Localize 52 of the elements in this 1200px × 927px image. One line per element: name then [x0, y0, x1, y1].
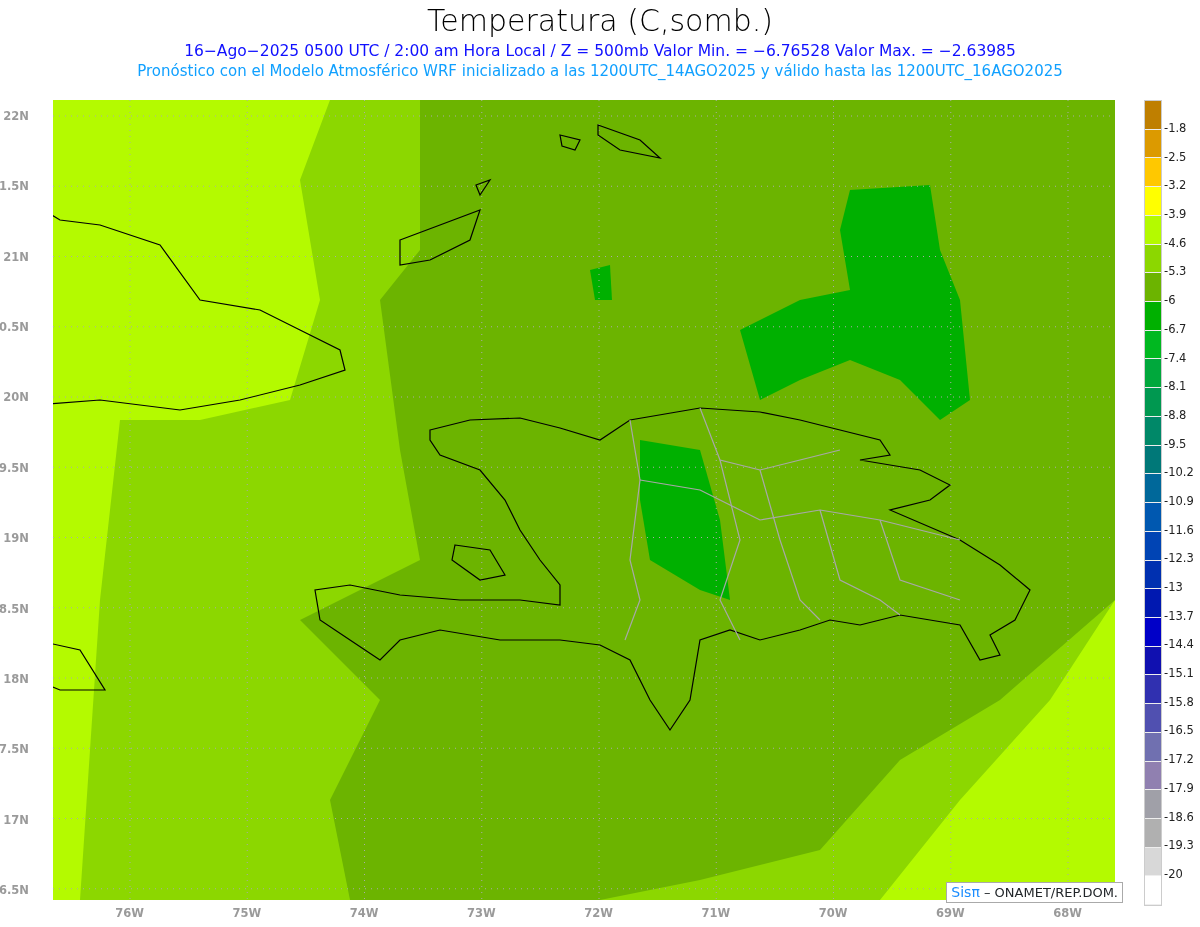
- latitude-label: 18N: [3, 671, 29, 686]
- longitude-label: 72W: [583, 906, 614, 920]
- scale-label: -17.9: [1164, 779, 1194, 797]
- scale-label: -5.3: [1164, 263, 1188, 281]
- scale-label: -7.4: [1164, 349, 1188, 367]
- latitude-label: 19N: [3, 531, 29, 546]
- scale-label: -18.6: [1164, 808, 1194, 826]
- scale-label: -15.8: [1164, 693, 1194, 711]
- longitude-label: 74W: [348, 906, 380, 920]
- scale-label: -6.7: [1164, 320, 1188, 338]
- scale-label: -8.1: [1164, 378, 1188, 396]
- latitude-label: 17N: [3, 812, 29, 827]
- scale-label: -8.8: [1164, 406, 1188, 424]
- chart-title: Temperatura (C,somb.): [427, 2, 773, 36]
- scale-label: -13.7: [1164, 607, 1194, 625]
- longitude-label: 68W: [1052, 906, 1083, 920]
- latitude-label: 9.5N: [0, 460, 29, 475]
- longitude-label: 69W: [935, 906, 966, 920]
- scale-label: -19.3: [1164, 837, 1194, 855]
- latitude-label: 0.5N: [0, 320, 29, 335]
- scale-label: -14.4: [1164, 636, 1194, 654]
- credit-label: Sisπ – ONAMET/REP.DOM.: [946, 882, 1123, 903]
- scale-label: -20: [1164, 865, 1184, 883]
- latitude-label: 6.5N: [0, 882, 29, 897]
- longitude-label: 75W: [231, 906, 263, 920]
- scale-label: -1.8: [1164, 120, 1188, 137]
- scale-label: -15.1: [1164, 665, 1194, 683]
- longitude-label: 76W: [114, 906, 145, 920]
- scale-label: -16.5: [1164, 722, 1194, 740]
- scale-label: -9.5: [1164, 435, 1188, 453]
- scale-label: -2.5: [1164, 148, 1188, 166]
- scale-label: -13: [1164, 579, 1184, 596]
- longitude-label: 71W: [700, 906, 732, 920]
- latitude-label: 20N: [3, 390, 29, 405]
- longitude-label: 73W: [466, 906, 497, 920]
- scale-label: -3.9: [1164, 206, 1188, 224]
- latitude-label: 22N: [3, 109, 29, 123]
- scale-label: -6: [1164, 292, 1177, 310]
- scale-label: -11.6: [1164, 521, 1194, 539]
- chart-subtitle: 16−Ago−2025 0500 UTC / 2:00 am Hora Local / Z = 500mb Valor Min. = −6.76528 Valor Max. = −2.63985: [184, 44, 1016, 60]
- scale-label: -10.9: [1164, 492, 1194, 510]
- latitude-label: 7.5N: [0, 742, 29, 757]
- latitude-label: 21N: [3, 249, 29, 264]
- latitude-label: 8.5N: [0, 601, 29, 616]
- scale-label: -4.6: [1164, 234, 1188, 252]
- latitude-label: 1.5N: [0, 179, 29, 194]
- scale-label: -12.3: [1164, 550, 1194, 568]
- scale-label: -17.2: [1164, 751, 1194, 769]
- longitude-label: 70W: [817, 906, 849, 920]
- forecast-note: Pronóstico con el Modelo Atmosférico WRF inicializado a las 1200UTC_14AGO2025 y válido hasta las 1200UTC_16AGO2025: [137, 63, 1063, 79]
- scale-label: -10.2: [1164, 464, 1194, 482]
- scale-label: -3.2: [1164, 177, 1188, 195]
